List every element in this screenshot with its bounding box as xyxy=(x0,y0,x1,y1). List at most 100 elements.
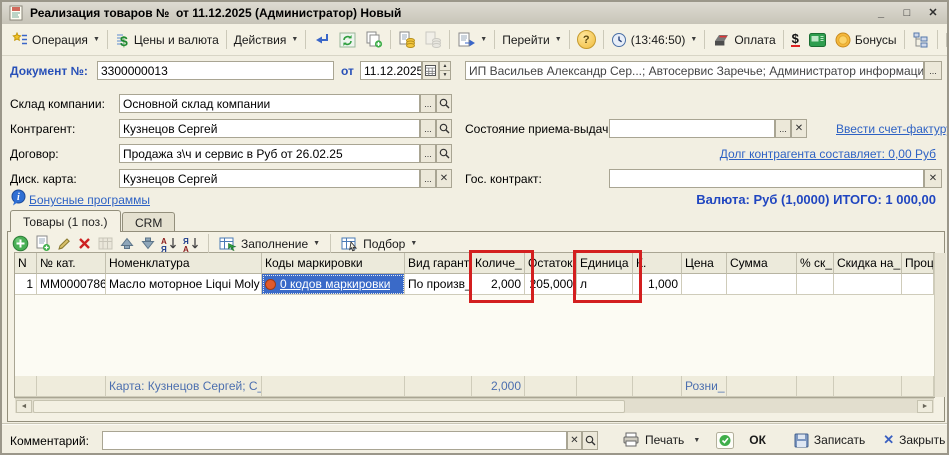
save-button[interactable]: Записать xyxy=(789,431,870,450)
tab-crm[interactable]: CRM xyxy=(122,212,175,232)
prices-currency-button[interactable]: $ Цены и валюта xyxy=(111,30,223,50)
document-time-button[interactable]: (13:46:50)▼ xyxy=(607,30,702,50)
horizontal-scrollbar[interactable]: ◄ ► xyxy=(15,398,934,413)
contractor-open-button[interactable] xyxy=(436,119,452,138)
cell-marking-codes[interactable]: 0 кодов маркировки xyxy=(262,274,405,295)
registers-button[interactable] xyxy=(941,30,949,50)
col-header-nomenclature[interactable]: Номенклатура xyxy=(106,253,262,274)
discount-card-input[interactable]: Кузнецов Сергей xyxy=(119,169,420,188)
payment-button[interactable]: Оплата xyxy=(708,30,779,50)
doc-date-label: от xyxy=(341,64,354,78)
col-header-discount[interactable]: Скидка на_ xyxy=(834,253,902,274)
refresh-button[interactable] xyxy=(335,30,361,50)
pick-menu-button[interactable]: Подбор▼ xyxy=(339,235,419,253)
acceptance-state-clear-button[interactable]: ✕ xyxy=(791,119,807,138)
post-with-movements-button[interactable] xyxy=(394,29,420,50)
chevron-down-icon: ▼ xyxy=(291,36,298,43)
contractor-select-button[interactable]: ... xyxy=(420,119,436,138)
col-header-warranty[interactable]: Вид гарант_ xyxy=(405,253,472,274)
delete-row-button[interactable] xyxy=(77,236,92,251)
organization-select-button[interactable]: ... xyxy=(924,61,942,80)
cell-nomenclature[interactable]: Масло моторное Liqui Moly _ xyxy=(106,274,262,295)
undo-posting-button[interactable] xyxy=(420,29,446,50)
organization-input[interactable]: ИП Васильев Александр Сер...; Автосервис… xyxy=(465,61,924,80)
enter-invoice-link[interactable]: Ввести счет-фактуру xyxy=(836,122,949,136)
col-header-discount-pct[interactable]: % ск_ xyxy=(797,253,834,274)
terminal-button[interactable] xyxy=(804,30,831,50)
copy-document-button[interactable] xyxy=(361,29,387,50)
discount-card-select-button[interactable]: ... xyxy=(420,169,436,188)
ok-check-icon xyxy=(716,432,734,449)
goto-menu-button[interactable]: Перейти▼ xyxy=(498,31,566,49)
gov-contract-clear-button[interactable]: ✕ xyxy=(924,169,942,188)
cell-price[interactable] xyxy=(682,274,727,295)
end-edit-button-disabled[interactable] xyxy=(97,236,114,252)
currency-settlement-button[interactable]: $ xyxy=(787,31,804,49)
cell-percent[interactable] xyxy=(902,274,934,295)
scroll-left-button[interactable]: ◄ xyxy=(16,400,32,413)
comment-input[interactable] xyxy=(102,431,567,450)
acceptance-state-select-button[interactable]: ... xyxy=(775,119,791,138)
marking-codes-link[interactable]: 0 кодов маркировки xyxy=(280,277,390,291)
col-header-percent[interactable]: Проце xyxy=(902,253,934,274)
output-document-button[interactable]: ▼ xyxy=(453,30,491,50)
discount-card-clear-button[interactable]: ✕ xyxy=(436,169,452,188)
col-header-marking[interactable]: Коды маркировки xyxy=(262,253,405,274)
minimize-button[interactable]: _ xyxy=(873,6,889,21)
ok-button[interactable]: ОК xyxy=(711,430,781,451)
edit-row-button[interactable] xyxy=(56,236,72,252)
doc-date-input[interactable]: 11.12.2025 xyxy=(360,61,422,80)
post-document-button[interactable] xyxy=(309,30,335,50)
tab-goods[interactable]: Товары (1 поз.) xyxy=(10,210,121,232)
cell-n[interactable]: 1 xyxy=(15,274,37,295)
move-up-button[interactable] xyxy=(119,236,135,251)
contract-input[interactable]: Продажа з\ч и сервис в Руб от 26.02.25 xyxy=(119,144,420,163)
cell-discount-pct[interactable] xyxy=(797,274,834,295)
cell-discount[interactable] xyxy=(834,274,902,295)
print-button[interactable]: Печать xyxy=(617,430,689,450)
cell-catnum[interactable]: ММ0000786 xyxy=(37,274,106,295)
contract-open-button[interactable] xyxy=(436,144,452,163)
warehouse-open-button[interactable] xyxy=(436,94,452,113)
contract-select-button[interactable]: ... xyxy=(420,144,436,163)
contractor-debt-link[interactable]: Долг контрагента составляет: 0,00 Руб xyxy=(720,147,936,161)
sort-asc-button[interactable]: АЯ xyxy=(161,236,178,252)
col-header-n[interactable]: N xyxy=(15,253,37,274)
warehouse-input[interactable]: Основной склад компании xyxy=(119,94,420,113)
help-button[interactable]: ? xyxy=(573,28,600,51)
separator xyxy=(937,30,938,49)
col-header-sum[interactable]: Сумма xyxy=(727,253,797,274)
acceptance-state-input[interactable] xyxy=(609,119,775,138)
close-form-button[interactable]: ✕ Закрыть xyxy=(878,430,949,450)
comment-open-button[interactable] xyxy=(582,431,598,450)
doc-number-input[interactable]: 3300000013 xyxy=(97,61,334,80)
col-header-catnum[interactable]: № кат. xyxy=(37,253,106,274)
scroll-right-button[interactable]: ► xyxy=(917,400,933,413)
warehouse-select-button[interactable]: ... xyxy=(420,94,436,113)
comment-clear-button[interactable]: ✕ xyxy=(567,431,582,450)
vertical-scrollbar[interactable] xyxy=(934,253,946,397)
move-down-button[interactable] xyxy=(140,236,156,251)
cell-sum[interactable] xyxy=(727,274,797,295)
printer-icon xyxy=(622,432,640,448)
gov-contract-input[interactable] xyxy=(609,169,924,188)
close-button[interactable]: ✕ xyxy=(925,6,941,21)
bonus-programs-link[interactable]: Бонусные программы xyxy=(29,193,150,207)
print-dropdown-button[interactable]: ▼ xyxy=(689,435,703,446)
actions-menu-button[interactable]: Действия▼ xyxy=(230,31,303,49)
fill-menu-button[interactable]: Заполнение▼ xyxy=(217,235,322,253)
contractor-input[interactable]: Кузнецов Сергей xyxy=(119,119,420,138)
copy-row-button[interactable] xyxy=(34,235,51,252)
scroll-thumb[interactable] xyxy=(33,400,625,413)
separator xyxy=(904,30,905,49)
sort-desc-button[interactable]: ЯА xyxy=(183,236,200,252)
calendar-button[interactable] xyxy=(422,61,439,80)
bonuses-button[interactable]: Бонусы xyxy=(831,30,901,50)
structure-button[interactable] xyxy=(908,30,934,50)
operation-menu-button[interactable]: Операция▼ xyxy=(7,30,104,49)
col-header-price[interactable]: Цена xyxy=(682,253,727,274)
cell-warranty[interactable]: По произв_ xyxy=(405,274,472,295)
maximize-button[interactable]: □ xyxy=(899,6,915,21)
date-spin-down-button[interactable]: ▼ xyxy=(439,70,451,80)
add-row-button[interactable] xyxy=(12,235,29,252)
